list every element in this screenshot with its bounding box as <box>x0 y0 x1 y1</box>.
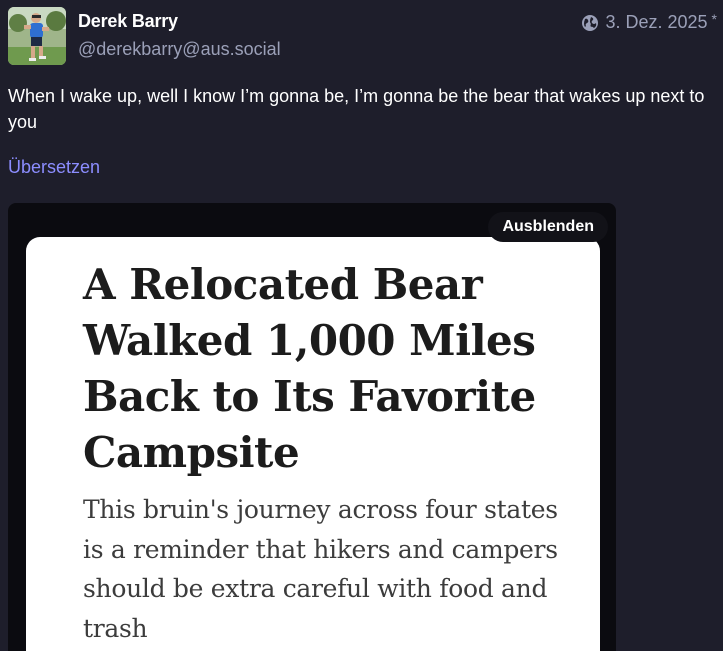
translate-button[interactable]: Übersetzen <box>8 157 100 178</box>
article-screenshot: A Relocated Bear Walked 1,000 Miles Back… <box>26 237 600 651</box>
media-attachment[interactable]: A Relocated Bear Walked 1,000 Miles Back… <box>8 203 616 651</box>
post-date-link[interactable]: 3. Dez. 2025 <box>605 12 707 33</box>
edited-marker[interactable]: * <box>712 11 717 27</box>
avatar[interactable] <box>8 7 66 65</box>
post-meta: 3. Dez. 2025 * <box>581 11 717 33</box>
post: Derek Barry @derekbarry@aus.social 3. De… <box>0 0 723 651</box>
author-display-name[interactable]: Derek Barry <box>78 11 178 32</box>
post-content: When I wake up, well I know I’m gonna be… <box>8 86 705 132</box>
globe-icon <box>582 14 599 31</box>
avatar-runner-image <box>8 7 66 65</box>
article-subheadline: This bruin's journey across four states … <box>83 495 558 643</box>
article-headline: A Relocated Bear Walked 1,000 Miles Back… <box>83 260 536 477</box>
author-handle[interactable]: @derekbarry@aus.social <box>78 39 281 60</box>
hide-media-button[interactable]: Ausblenden <box>488 212 608 242</box>
